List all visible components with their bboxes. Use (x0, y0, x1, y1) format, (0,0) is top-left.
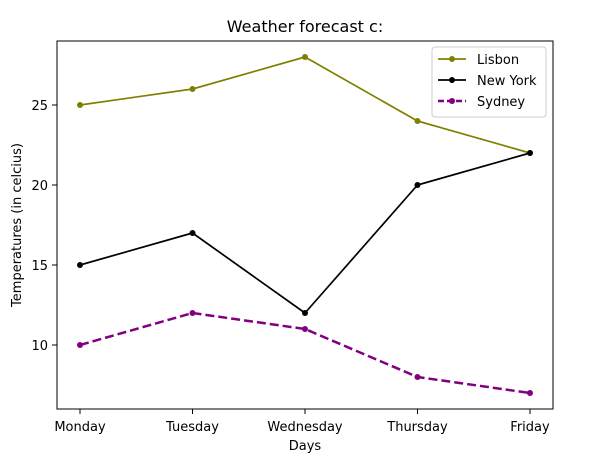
x-tick-label: Friday (510, 420, 550, 435)
x-axis-label: Days (289, 439, 322, 454)
series-line-sydney (79, 311, 531, 395)
series-line-new-york (79, 152, 531, 314)
y-tick-label: 25 (31, 99, 48, 114)
data-point (527, 150, 533, 156)
legend: Lisbon New York Sydney (431, 46, 547, 118)
x-axis: Monday Tuesday Wednesday Thursday Friday (54, 409, 550, 435)
data-point (414, 374, 421, 380)
chart-container: Weather forecast c: Monday Tuesday Wednesd… (0, 0, 602, 455)
data-point (189, 230, 196, 236)
legend-marker (449, 56, 455, 62)
data-point (77, 342, 83, 348)
legend-marker (449, 98, 455, 104)
legend-label: New York (477, 74, 537, 89)
y-axis: 10 15 20 25 (31, 99, 57, 354)
chart-title: Weather forecast c: (227, 17, 383, 36)
data-point (302, 326, 308, 332)
data-point (527, 390, 533, 396)
data-point (189, 86, 196, 92)
line-chart: Weather forecast c: Monday Tuesday Wednesd… (10, 17, 554, 454)
x-tick-label: Tuesday (165, 420, 219, 435)
y-tick-label: 10 (31, 339, 48, 354)
data-point (189, 310, 196, 316)
legend-label: Lisbon (477, 53, 519, 68)
legend-label: Sydney (477, 95, 525, 110)
data-point (302, 310, 308, 316)
x-tick-label: Monday (54, 420, 106, 435)
data-point (302, 54, 308, 60)
data-point (414, 182, 421, 188)
x-tick-label: Wednesday (267, 420, 343, 435)
y-axis-label: Temperatures (in celcius) (10, 143, 25, 308)
legend-marker (449, 77, 455, 83)
data-point (77, 102, 83, 108)
y-tick-label: 20 (31, 179, 48, 194)
data-point (414, 118, 421, 124)
x-tick-label: Thursday (386, 420, 448, 435)
y-tick-label: 15 (31, 259, 48, 274)
data-point (77, 262, 83, 268)
